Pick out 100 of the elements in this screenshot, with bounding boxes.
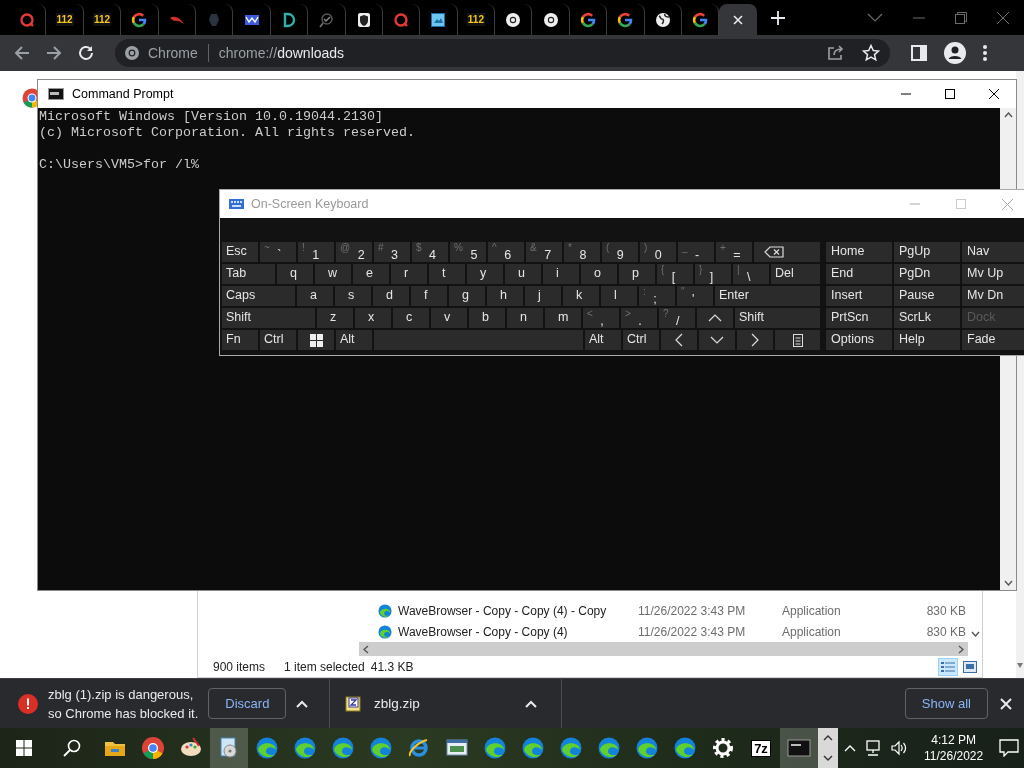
key[interactable]: n xyxy=(507,308,543,328)
file-name[interactable]: WaveBrowser - Copy - Copy (4) - Copy xyxy=(398,603,638,618)
scroll-up-icon[interactable] xyxy=(1003,112,1013,118)
key[interactable]: $ 4 xyxy=(412,242,448,262)
key[interactable]: p xyxy=(619,264,655,284)
notification-icon[interactable] xyxy=(999,739,1020,757)
key[interactable]: Mv Dn xyxy=(962,286,1024,306)
volume-icon[interactable] xyxy=(890,740,908,756)
site-chip[interactable]: Chrome xyxy=(148,45,198,61)
key[interactable]: + = xyxy=(716,242,752,262)
key[interactable]: l xyxy=(601,286,637,306)
scroll-left-icon[interactable] xyxy=(363,644,369,654)
key[interactable]: Mv Up xyxy=(962,264,1024,284)
key[interactable]: Alt xyxy=(336,330,372,350)
file-name[interactable]: WaveBrowser - Copy - Copy (4) xyxy=(398,624,638,639)
reload-icon[interactable] xyxy=(77,44,95,62)
key[interactable]: @ 2 xyxy=(336,242,372,262)
download-file-name[interactable]: zblg.zip xyxy=(374,696,512,711)
key[interactable]: } ] xyxy=(695,264,731,284)
scroll-up-icon[interactable] xyxy=(823,735,833,741)
key[interactable]: w xyxy=(315,264,351,284)
chevron-down-icon[interactable] xyxy=(867,12,883,23)
key[interactable]: o xyxy=(581,264,617,284)
scroll-down-icon[interactable] xyxy=(823,755,833,761)
key[interactable]: < , xyxy=(583,308,619,328)
key[interactable]: PrtScn xyxy=(826,308,892,328)
key[interactable] xyxy=(754,242,820,262)
key[interactable] xyxy=(298,330,334,350)
key[interactable]: Alt xyxy=(585,330,621,350)
forward-icon[interactable] xyxy=(45,44,63,62)
key[interactable]: r xyxy=(391,264,427,284)
key[interactable]: > . xyxy=(621,308,657,328)
key[interactable]: % 5 xyxy=(450,242,486,262)
key[interactable]: Ctrl xyxy=(623,330,659,350)
key[interactable]: k xyxy=(563,286,599,306)
key[interactable]: Tab xyxy=(222,264,275,284)
key[interactable]: Insert xyxy=(826,286,892,306)
key[interactable]: ~ ` xyxy=(260,242,296,262)
key[interactable]: | \ xyxy=(733,264,769,284)
key[interactable]: Enter xyxy=(715,286,820,306)
key[interactable]: q xyxy=(277,264,313,284)
key[interactable]: # 3 xyxy=(374,242,410,262)
key[interactable]: Shift xyxy=(222,308,315,328)
key[interactable]: Esc xyxy=(222,242,258,262)
key[interactable]: * 8 xyxy=(564,242,600,262)
key[interactable]: " ' xyxy=(677,286,713,306)
key[interactable]: { [ xyxy=(657,264,693,284)
windows-logo-icon[interactable] xyxy=(16,740,32,756)
key[interactable]: s xyxy=(335,286,371,306)
key[interactable]: u xyxy=(505,264,541,284)
key[interactable]: ScrLk xyxy=(894,308,960,328)
key[interactable]: Fn xyxy=(222,330,258,350)
key[interactable]: c xyxy=(393,308,429,328)
sidebar-icon[interactable] xyxy=(910,44,928,62)
key[interactable]: Nav xyxy=(962,242,1024,262)
profile-icon[interactable] xyxy=(944,42,966,64)
key[interactable]: Help xyxy=(894,330,960,350)
key[interactable]: x xyxy=(355,308,391,328)
star-icon[interactable] xyxy=(862,44,880,62)
clock[interactable]: 4:12 PM 11/26/2022 xyxy=(924,732,984,764)
maximize-icon[interactable] xyxy=(945,89,955,99)
key[interactable]: Shift xyxy=(735,308,820,328)
key[interactable]: _ - xyxy=(678,242,714,262)
key[interactable]: Ctrl xyxy=(260,330,296,350)
key[interactable]: v xyxy=(431,308,467,328)
address-bar[interactable]: Chrome chrome://downloads xyxy=(115,39,890,67)
key[interactable]: Caps xyxy=(222,286,295,306)
taskbar-button[interactable]: 7z xyxy=(742,728,780,768)
key[interactable]: ) 0 xyxy=(640,242,676,262)
key[interactable]: Options xyxy=(826,330,892,350)
scroll-right-icon[interactable] xyxy=(958,644,964,654)
key[interactable]: PgDn xyxy=(894,264,960,284)
key[interactable] xyxy=(775,330,820,350)
key[interactable]: ! 1 xyxy=(298,242,334,262)
menu-icon[interactable] xyxy=(982,44,988,62)
chevron-up-icon[interactable] xyxy=(296,699,309,708)
horizontal-scrollbar[interactable] xyxy=(359,642,968,656)
key[interactable]: b xyxy=(469,308,505,328)
new-tab-icon[interactable] xyxy=(770,10,785,25)
key[interactable]: i xyxy=(543,264,579,284)
chevron-up-icon[interactable] xyxy=(525,699,537,708)
key[interactable]: g xyxy=(449,286,485,306)
key[interactable]: End xyxy=(826,264,892,284)
key[interactable]: Fade xyxy=(962,330,1024,350)
key[interactable]: PgUp xyxy=(894,242,960,262)
share-icon[interactable] xyxy=(826,44,844,62)
close-icon[interactable] xyxy=(989,89,999,99)
key[interactable]: h xyxy=(487,286,523,306)
key[interactable]: : ; xyxy=(639,286,675,306)
key[interactable]: m xyxy=(545,308,581,328)
back-icon[interactable] xyxy=(13,44,31,62)
key[interactable]: Home xyxy=(826,242,892,262)
key[interactable]: & 7 xyxy=(526,242,562,262)
key[interactable]: Del xyxy=(771,264,820,284)
network-icon[interactable] xyxy=(864,740,882,756)
key[interactable]: ^ 6 xyxy=(488,242,524,262)
scroll-down-icon[interactable] xyxy=(1017,663,1023,668)
view-toggle[interactable] xyxy=(938,657,958,676)
key[interactable]: a xyxy=(297,286,333,306)
key[interactable]: f xyxy=(411,286,447,306)
